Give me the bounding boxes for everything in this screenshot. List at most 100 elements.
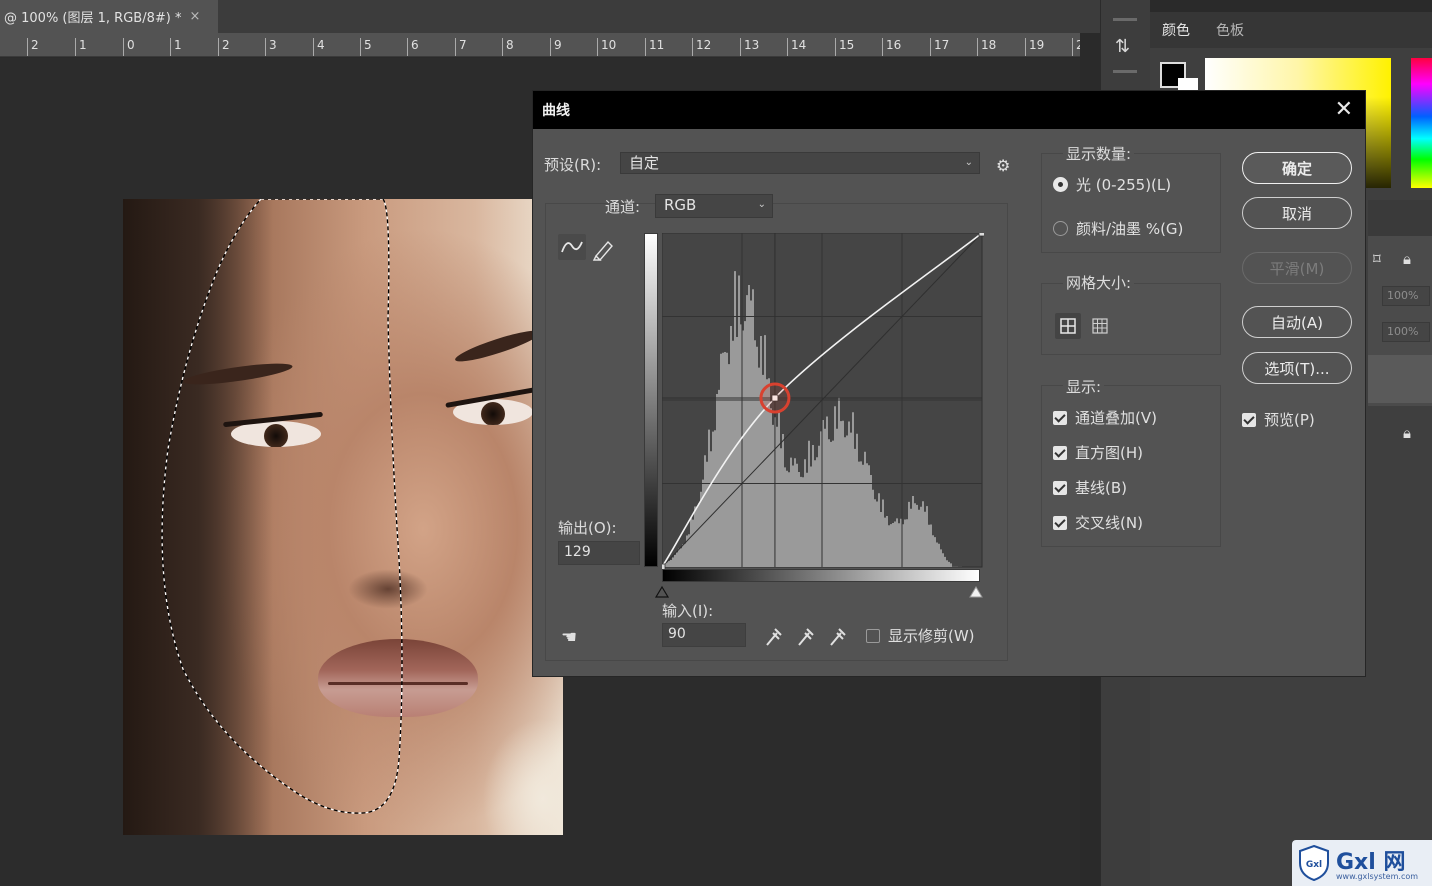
input-field[interactable]: 90 (662, 623, 746, 647)
output-label: 输出(O): (558, 519, 617, 537)
ruler-tick-label: 13 (740, 38, 759, 56)
layers-panel-header (1368, 200, 1432, 236)
curve-control-point[interactable] (978, 233, 984, 237)
grid-size-buttons (1055, 313, 1108, 339)
ruler-tick-label: 9 (550, 38, 562, 56)
black-point-slider[interactable] (654, 585, 670, 598)
hue-slider[interactable] (1411, 58, 1432, 188)
ruler-tick-label: 10 (597, 38, 616, 56)
ruler-tick-label: 8 (502, 38, 514, 56)
radio-light[interactable]: 光 (0-255)(L) (1053, 174, 1171, 195)
auto-button[interactable]: 自动(A) (1242, 306, 1352, 338)
ruler-tick-label: 2 (27, 38, 39, 56)
ruler-tick-label: 19 (1025, 38, 1044, 56)
black-eyedropper-icon[interactable] (766, 628, 782, 646)
ruler-tick-label: 1 (75, 38, 87, 56)
curve-graph[interactable] (662, 233, 984, 569)
output-gradient-bar (644, 233, 658, 567)
ruler-tick-label: 2 (1072, 38, 1080, 56)
ruler-tick-label: 2 (218, 38, 230, 56)
show-clipping-checkbox[interactable]: 显示修剪(W) (866, 625, 975, 646)
watermark-url: www.gxlsystem.com (1336, 872, 1419, 881)
fill-field[interactable]: 100% (1382, 322, 1430, 342)
curves-dialog: 曲线 ✕ 预设(R): 自定 ⌄ ⚙ 通道: RGB ⌄ 输出(O): 129 … (532, 90, 1366, 677)
click-highlight-ring (759, 382, 791, 414)
ruler-tick-label: 15 (835, 38, 854, 56)
tab-color[interactable]: 颜色 (1162, 20, 1190, 40)
preview-checkbox[interactable]: 预览(P) (1242, 409, 1315, 430)
ruler-tick-label: 11 (645, 38, 664, 56)
show-clipping-box[interactable] (866, 628, 880, 643)
preset-label: 预设(R): (544, 156, 602, 174)
radio-light-dot[interactable] (1053, 177, 1068, 192)
detailed-grid-icon[interactable] (1092, 318, 1108, 334)
ok-button[interactable]: 确定 (1242, 152, 1352, 184)
ruler-tick-label: 7 (455, 38, 467, 56)
preview-box[interactable] (1242, 412, 1256, 427)
ruler-tick-label: 17 (930, 38, 949, 56)
histogram-checkbox[interactable]: 直方图(H) (1053, 442, 1143, 463)
ruler-tick-label: 16 (882, 38, 901, 56)
channel-overlays-checkbox[interactable]: 通道叠加(V) (1053, 407, 1157, 428)
dialog-title-bar[interactable]: 曲线 (533, 91, 1365, 129)
layer-row-selected[interactable] (1368, 355, 1432, 403)
chevron-down-icon: ⌄ (757, 199, 766, 210)
ruler-tick-label: 6 (407, 38, 419, 56)
close-icon[interactable]: ✕ (1335, 98, 1353, 122)
watermark-badge: Gxl (1306, 860, 1322, 870)
histogram-label: 直方图(H) (1075, 444, 1143, 462)
channel-label: 通道: (605, 198, 641, 216)
radio-pigment[interactable]: 颜料/油墨 %(G) (1053, 218, 1183, 239)
chevron-down-icon: ⌄ (964, 157, 973, 168)
preset-select[interactable]: 自定 ⌄ (620, 152, 980, 174)
ruler-tick-label: 0 (123, 38, 135, 56)
radio-pigment-dot[interactable] (1053, 221, 1068, 236)
ruler-tick-label: 18 (977, 38, 996, 56)
baseline-box[interactable] (1053, 480, 1067, 495)
show-clipping-label: 显示修剪(W) (888, 627, 975, 645)
channel-overlays-box[interactable] (1053, 410, 1067, 425)
portrait-image (123, 199, 563, 835)
pencil-icon[interactable] (592, 240, 613, 262)
gear-icon[interactable]: ⚙ (996, 156, 1010, 175)
preview-label: 预览(P) (1264, 411, 1315, 429)
white-point-slider[interactable] (969, 586, 983, 598)
channel-select[interactable]: RGB ⌄ (655, 194, 773, 218)
channel-value: RGB (664, 196, 697, 214)
histogram-box[interactable] (1053, 445, 1067, 460)
layer-lock-icon: 🔒︎ (1403, 424, 1411, 442)
output-field[interactable]: 129 (558, 541, 640, 565)
baseline-checkbox[interactable]: 基线(B) (1053, 477, 1127, 498)
ruler-tick-label: 12 (692, 38, 711, 56)
cancel-button[interactable]: 取消 (1242, 197, 1352, 229)
marching-ants-selection (161, 199, 403, 814)
watermark-brand: Gxl 网 (1336, 850, 1406, 875)
tab-bar (218, 0, 1100, 33)
radio-light-label: 光 (0-255)(L) (1076, 176, 1172, 194)
white-eyedropper-icon[interactable] (830, 628, 846, 646)
show-options-heading: 显示: (1063, 376, 1105, 397)
intersection-line-label: 交叉线(N) (1075, 514, 1143, 532)
opacity-field[interactable]: 100% (1382, 286, 1430, 306)
tab-swatches[interactable]: 色板 (1216, 20, 1244, 40)
lock-icon[interactable]: 🔒︎ (1403, 250, 1411, 268)
gray-eyedropper-icon[interactable] (798, 628, 814, 646)
target-adjust-hand-icon[interactable]: ☚ (561, 627, 577, 648)
document-tab-title: @ 100% (图层 1, RGB/8#) * (4, 11, 182, 26)
options-button[interactable]: 选项(T)... (1242, 352, 1352, 384)
channel-overlays-label: 通道叠加(V) (1075, 409, 1157, 427)
ruler-tick-label: 4 (313, 38, 325, 56)
baseline-label: 基线(B) (1075, 479, 1127, 497)
grid-size-heading: 网格大小: (1063, 272, 1135, 293)
watermark: Gxl Gxl 网 www.gxlsystem.com (1292, 840, 1432, 886)
ruler-tick-label: 14 (787, 38, 806, 56)
smooth-button[interactable]: 平滑(M) (1242, 252, 1352, 284)
crop-icon[interactable]: ⌑ (1373, 250, 1381, 268)
ruler-tick-label: 3 (265, 38, 277, 56)
radio-pigment-label: 颜料/油墨 %(G) (1076, 220, 1184, 238)
input-sliders (654, 585, 983, 598)
close-tab-icon[interactable]: × (189, 9, 200, 24)
document-tab[interactable]: @ 100% (图层 1, RGB/8#) * × (0, 0, 218, 33)
intersection-line-checkbox[interactable]: 交叉线(N) (1053, 512, 1143, 533)
intersection-line-box[interactable] (1053, 515, 1067, 530)
